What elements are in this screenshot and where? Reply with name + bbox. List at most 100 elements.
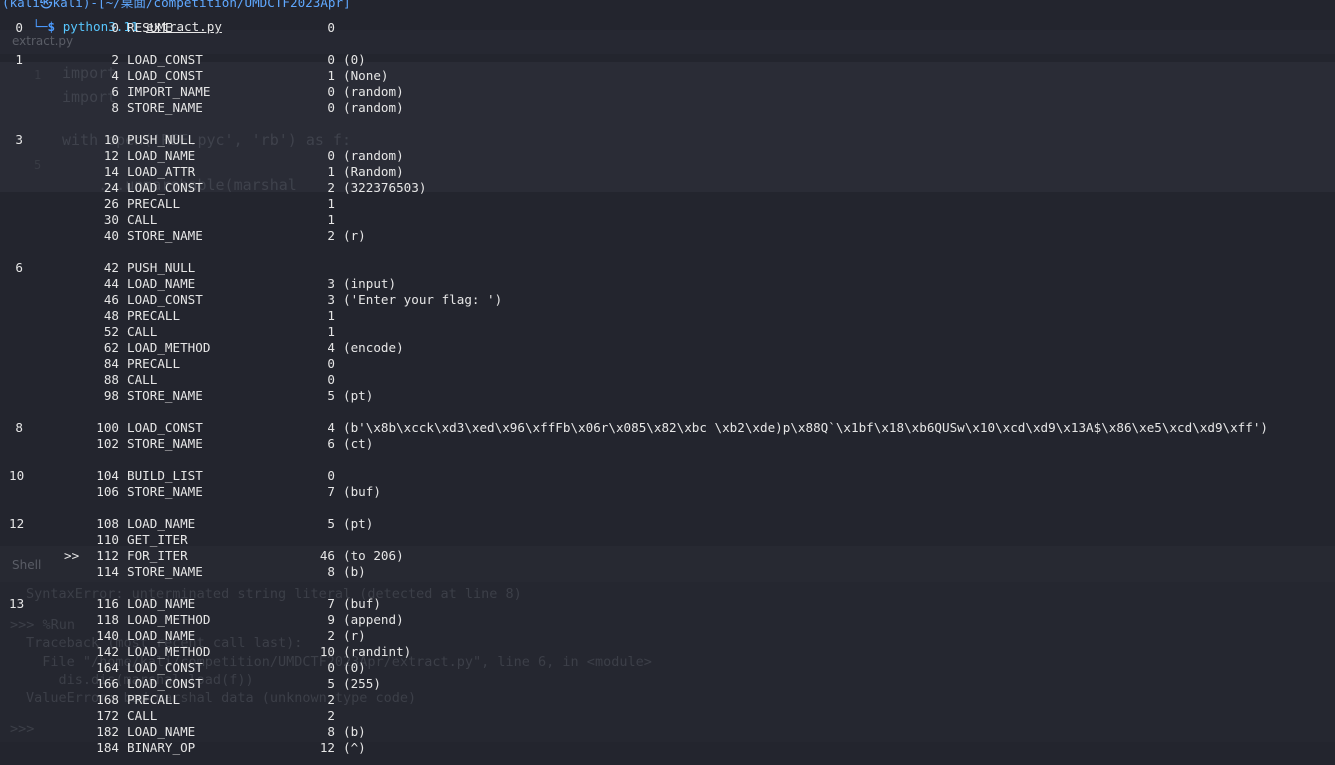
argument-repr: (r) (343, 228, 366, 243)
opcode-name: PRECALL (127, 308, 181, 323)
opcode-argument: 1 (327, 196, 335, 211)
terminal-window[interactable]: (kali㉿kali)-[~/桌面/competition/UMDCTF2023… (0, 0, 1335, 765)
opcode-name: STORE_NAME (127, 436, 203, 451)
opcode-name: PUSH_NULL (127, 132, 196, 147)
opcode-argument: 0 (327, 84, 335, 99)
opcode-argument: 12 (319, 740, 335, 755)
opcode-argument: 8 (327, 564, 335, 579)
bytecode-offset: 42 (103, 260, 119, 275)
opcode-argument: 0 (327, 660, 335, 675)
opcode-argument: 7 (327, 484, 335, 499)
opcode-argument: 5 (327, 516, 335, 531)
argument-repr: (random) (343, 100, 404, 115)
bytecode-offset: 2 (111, 52, 119, 67)
opcode-argument: 3 (327, 276, 335, 291)
bytecode-offset: 62 (103, 340, 119, 355)
opcode-argument: 7 (327, 596, 335, 611)
opcode-name: PRECALL (127, 692, 181, 707)
argument-repr: (random) (343, 148, 404, 163)
opcode-argument: 9 (327, 612, 335, 627)
bytecode-offset: 8 (111, 100, 119, 115)
argument-repr: ('Enter your flag: ') (343, 292, 503, 307)
bytecode-offset: 184 (96, 740, 119, 755)
bytecode-offset: 108 (96, 516, 119, 531)
argument-repr: (random) (343, 84, 404, 99)
argument-repr: (pt) (343, 388, 374, 403)
source-line-number: 6 (15, 260, 23, 275)
source-line-number: 13 (9, 596, 25, 611)
opcode-argument: 6 (327, 436, 335, 451)
opcode-argument: 0 (327, 20, 335, 35)
argument-repr: (0) (343, 52, 366, 67)
bytecode-offset: 100 (96, 420, 119, 435)
opcode-argument: 0 (327, 468, 335, 483)
argument-repr: (^) (343, 740, 366, 755)
opcode-argument: 2 (327, 628, 335, 643)
opcode-name: RESUME (127, 20, 173, 35)
opcode-name: LOAD_CONST (127, 676, 203, 691)
opcode-name: LOAD_NAME (127, 276, 196, 291)
argument-repr: (322376503) (343, 180, 427, 195)
opcode-argument: 1 (327, 308, 335, 323)
opcode-name: LOAD_CONST (127, 420, 203, 435)
bytecode-offset: 182 (96, 724, 119, 739)
opcode-name: LOAD_METHOD (127, 340, 211, 355)
bytecode-offset: 6 (111, 84, 119, 99)
opcode-name: STORE_NAME (127, 484, 203, 499)
bytecode-offset: 88 (103, 372, 119, 387)
bytecode-offset: 114 (96, 564, 119, 579)
opcode-name: LOAD_NAME (127, 148, 196, 163)
argument-repr: (buf) (343, 484, 381, 499)
opcode-name: PRECALL (127, 356, 181, 371)
opcode-argument: 2 (327, 692, 335, 707)
source-line-number: 12 (9, 516, 25, 531)
bytecode-offset: 168 (96, 692, 119, 707)
argument-repr: (Random) (343, 164, 404, 179)
opcode-argument: 2 (327, 180, 335, 195)
source-line-number: 1 (15, 52, 23, 67)
argument-repr: (b'\x8b\xcck\xd3\xed\x96\xffFb\x06r\x085… (343, 420, 1269, 435)
source-line-number: 3 (15, 132, 23, 147)
bytecode-offset: 10 (103, 132, 119, 147)
bytecode-offset: 112 (96, 548, 119, 563)
bytecode-offset: 46 (103, 292, 119, 307)
argument-repr: (r) (343, 628, 366, 643)
bytecode-offset: 26 (103, 196, 119, 211)
opcode-name: CALL (127, 708, 158, 723)
opcode-argument: 1 (327, 164, 335, 179)
bytecode-offset: 166 (96, 676, 119, 691)
argument-repr: (append) (343, 612, 404, 627)
argument-repr: (randint) (343, 644, 412, 659)
argument-repr: (ct) (343, 436, 374, 451)
bytecode-offset: 44 (103, 276, 119, 291)
opcode-argument: 4 (327, 340, 335, 355)
opcode-name: GET_ITER (127, 532, 188, 547)
opcode-name: BUILD_LIST (127, 468, 203, 483)
source-line-number: 0 (15, 20, 23, 35)
bytecode-offset: 30 (103, 212, 119, 227)
bytecode-offset: 172 (96, 708, 119, 723)
bytecode-offset: 140 (96, 628, 119, 643)
opcode-name: CALL (127, 372, 158, 387)
opcode-argument: 0 (327, 148, 335, 163)
prompt-symbol: └─$ (32, 19, 56, 34)
opcode-argument: 1 (327, 324, 335, 339)
opcode-argument: 10 (319, 644, 335, 659)
opcode-name: LOAD_CONST (127, 52, 203, 67)
opcode-argument: 0 (327, 372, 335, 387)
argument-repr: (encode) (343, 340, 404, 355)
opcode-name: FOR_ITER (127, 548, 188, 563)
opcode-name: STORE_NAME (127, 100, 203, 115)
argument-repr: (255) (343, 676, 381, 691)
bytecode-offset: 0 (111, 20, 119, 35)
bytecode-offset: 12 (103, 148, 119, 163)
opcode-argument: 0 (327, 100, 335, 115)
argument-repr: (pt) (343, 516, 374, 531)
bytecode-offset: 84 (103, 356, 119, 371)
opcode-argument: 5 (327, 676, 335, 691)
opcode-name: LOAD_CONST (127, 180, 203, 195)
opcode-name: LOAD_METHOD (127, 612, 211, 627)
opcode-name: IMPORT_NAME (127, 84, 211, 99)
opcode-name: LOAD_CONST (127, 68, 203, 83)
opcode-name: LOAD_NAME (127, 628, 196, 643)
